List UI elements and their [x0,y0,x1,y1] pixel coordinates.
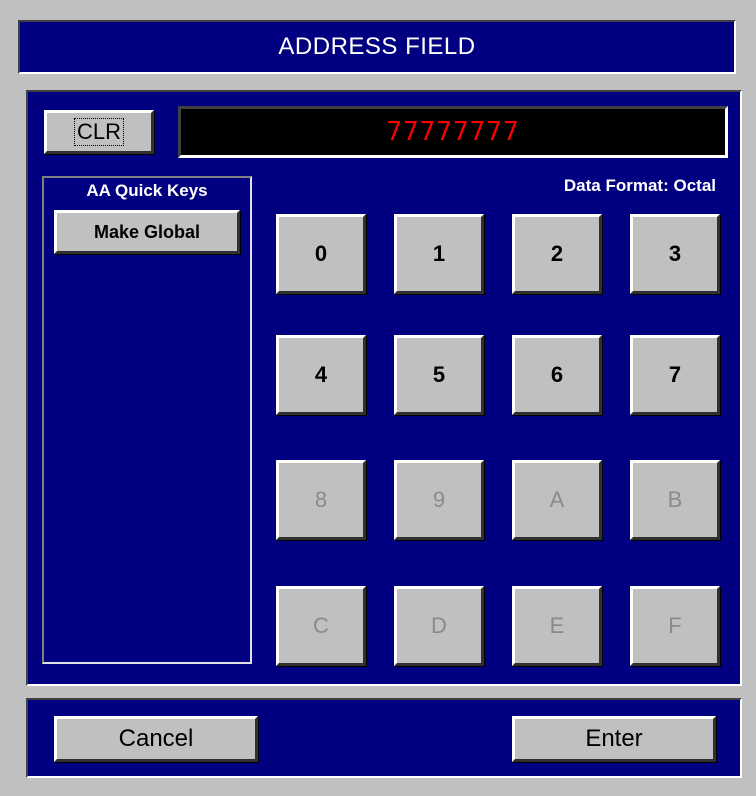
key-label: D [431,613,447,638]
cancel-button[interactable]: Cancel [54,716,258,762]
key-label: 2 [550,241,564,266]
key-c-button[interactable]: C [276,586,366,666]
key-e-button[interactable]: E [512,586,602,666]
key-a-button[interactable]: A [512,460,602,540]
make-global-label: Make Global [93,221,201,242]
key-label: 3 [668,241,682,266]
cancel-button-label: Cancel [118,725,194,752]
key-label: 5 [432,362,446,387]
key-4-button[interactable]: 4 [276,335,366,415]
key-7-button[interactable]: 7 [630,335,720,415]
key-6-button[interactable]: 6 [512,335,602,415]
clear-button[interactable]: CLR [44,110,154,154]
key-label: F [668,613,682,638]
key-label: 4 [314,362,328,387]
key-5-button[interactable]: 5 [394,335,484,415]
key-9-button[interactable]: 9 [394,460,484,540]
dialog-title: ADDRESS FIELD [278,33,476,60]
key-label: E [549,613,565,638]
key-label: 1 [432,241,446,266]
key-d-button[interactable]: D [394,586,484,666]
data-format-label: Data Format: Octal [563,176,716,195]
key-3-button[interactable]: 3 [630,214,720,294]
key-b-button[interactable]: B [630,460,720,540]
key-label: 6 [550,362,564,387]
key-2-button[interactable]: 2 [512,214,602,294]
title-bar: ADDRESS FIELD [18,20,736,74]
enter-button-label: Enter [585,725,643,752]
key-label: C [313,613,329,638]
key-1-button[interactable]: 1 [394,214,484,294]
key-label: 9 [432,487,446,512]
key-label: 8 [314,487,328,512]
enter-button[interactable]: Enter [512,716,716,762]
key-label: A [549,487,565,512]
key-label: B [667,487,683,512]
key-label: 7 [668,362,682,387]
key-8-button[interactable]: 8 [276,460,366,540]
key-0-button[interactable]: 0 [276,214,366,294]
clear-button-label: CLR [73,118,125,146]
make-global-button[interactable]: Make Global [54,210,240,254]
address-display: 77777777 [178,106,728,158]
address-value: 77777777 [386,117,520,147]
key-f-button[interactable]: F [630,586,720,666]
quick-keys-title: AA Quick Keys [86,181,208,200]
key-label: 0 [314,241,328,266]
